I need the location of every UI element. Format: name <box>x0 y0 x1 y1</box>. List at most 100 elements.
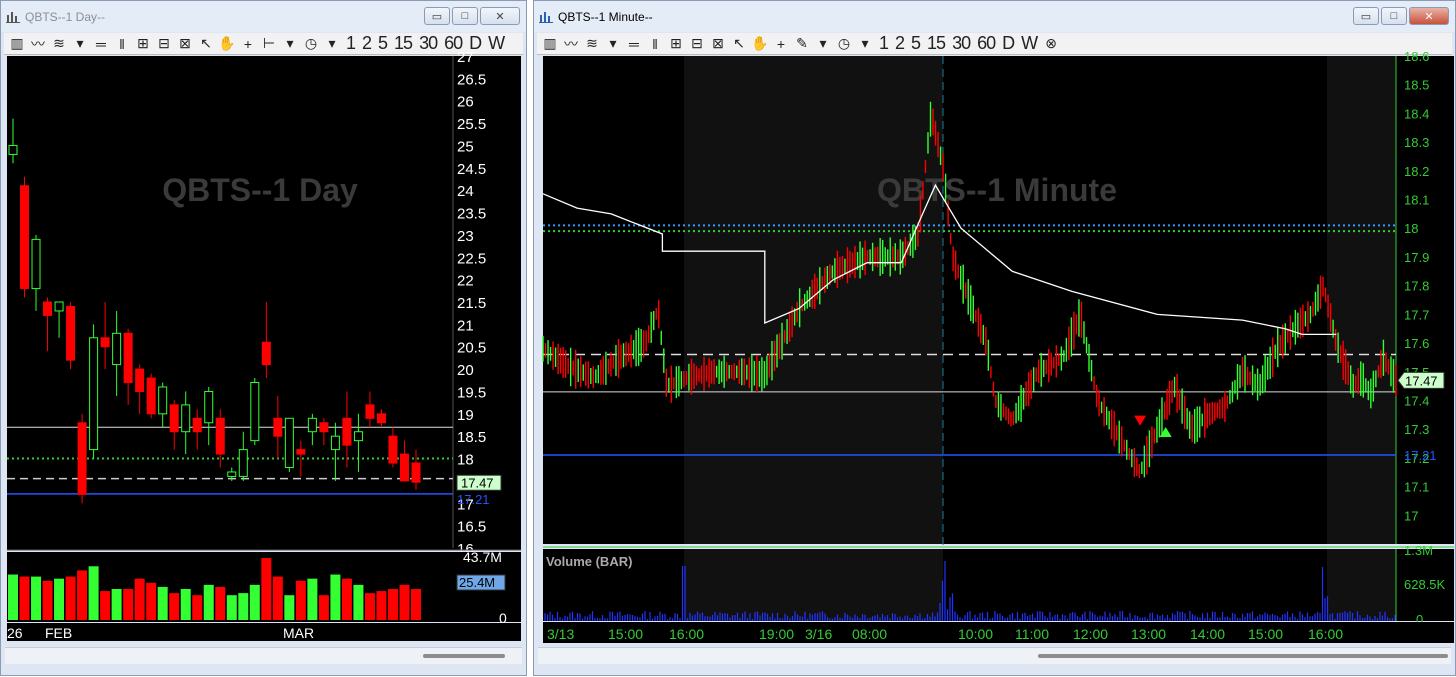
daily-candlestick-chart[interactable]: QBTS--1 Day 27 26.5 26 25.5 25 24.5 24 23.5 23 22.… <box>1 1 528 677</box>
x-tick-label: 15:00 <box>1248 626 1283 642</box>
x-tick-label: 3/16 <box>805 626 832 642</box>
volume-bar <box>123 589 134 620</box>
volume-bar <box>341 578 352 620</box>
y-tick-label: 21 <box>457 317 474 334</box>
y-tick-label: 26.5 <box>457 71 486 88</box>
x-tick-label: 19:00 <box>759 626 794 642</box>
minute-candlestick-chart[interactable]: QBTS--1 Minute 18.6 18.5 18.4 18.3 18.2 18.1 18… <box>534 1 1456 677</box>
volume-bar <box>318 595 329 620</box>
y-tick-label: 27 <box>457 49 474 66</box>
y-tick-label: 20.5 <box>457 340 486 357</box>
volume-bar <box>307 578 318 620</box>
volume-bar <box>157 586 168 620</box>
y-tick-label: 17.3 <box>1404 422 1429 437</box>
y-tick-label: 17.1 <box>1404 480 1429 495</box>
daily-watermark-title: QBTS--1 Day <box>162 172 358 208</box>
y-tick-label: 18.1 <box>1404 193 1429 208</box>
volume-bar <box>8 574 18 620</box>
volume-bar <box>88 566 99 620</box>
y-tick-label: 25 <box>457 138 474 155</box>
y-tick-label: 17.6 <box>1404 336 1429 351</box>
y-tick-label: 25.5 <box>457 116 486 133</box>
volume-bar <box>261 558 272 620</box>
volume-pane-label: Volume (BAR) <box>546 554 632 569</box>
volume-bar <box>169 593 180 620</box>
y-tick-label: 26 <box>457 94 474 111</box>
candle-body <box>112 332 122 366</box>
y-tick-label: 18.5 <box>1404 78 1429 93</box>
y-tick-label: 18 <box>1404 221 1418 236</box>
candle-body <box>411 462 421 483</box>
volume-max-label: 43.7M <box>463 549 502 565</box>
minute-horizontal-scrollbar[interactable] <box>538 647 1451 664</box>
volume-bar <box>192 595 203 620</box>
candle-body <box>20 185 30 290</box>
candle-body <box>319 422 329 433</box>
volume-bar <box>77 570 88 620</box>
candle-body <box>135 368 145 392</box>
y-tick-label: 23.5 <box>457 206 486 223</box>
candle-body <box>261 341 271 366</box>
volume-bar <box>353 584 364 620</box>
volume-bar <box>387 589 398 620</box>
volume-bar <box>284 595 295 620</box>
candle-body <box>330 435 340 451</box>
y-tick-label: 16.5 <box>457 519 486 536</box>
y-tick-label: 18.4 <box>1404 106 1429 121</box>
volume-bar <box>134 578 145 620</box>
volume-bar <box>411 589 421 620</box>
volume-bar <box>203 584 214 620</box>
candle-body <box>273 417 283 437</box>
minute-volume-pane <box>543 549 1396 621</box>
x-tick-label: FEB <box>45 625 72 641</box>
volume-bar <box>42 580 53 620</box>
candle-body <box>227 471 237 477</box>
candle-body <box>204 390 214 424</box>
volume-max-label: 1.3M <box>1404 543 1433 558</box>
volume-bar <box>330 574 341 620</box>
volume-bar <box>364 593 375 620</box>
candle-body <box>376 413 386 424</box>
candle-body <box>31 238 41 290</box>
volume-bar <box>249 584 260 620</box>
x-tick-label: 12:00 <box>1073 626 1108 642</box>
volume-bar <box>180 589 191 620</box>
daily-horizontal-scrollbar[interactable] <box>5 647 522 664</box>
scrollbar-thumb[interactable] <box>1038 654 1448 658</box>
y-tick-label: 22 <box>457 273 474 290</box>
volume-bar <box>295 580 306 620</box>
volume-bar <box>19 576 30 620</box>
after-hours-shade <box>684 56 943 544</box>
y-tick-label: 24 <box>457 183 474 200</box>
after-hours-shade <box>684 549 943 621</box>
x-tick-label: 10:00 <box>958 626 993 642</box>
y-tick-label: 18.5 <box>457 429 486 446</box>
candle-body <box>77 422 87 495</box>
candle-body <box>388 435 398 464</box>
candle-body <box>399 453 409 482</box>
candle-body <box>123 332 133 384</box>
candle-body <box>8 144 18 155</box>
y-tick-label: 17.9 <box>1404 250 1429 265</box>
blue-level-value: 17.21 <box>457 492 490 507</box>
volume-bar <box>54 578 65 620</box>
minute-price-pane <box>543 56 1396 544</box>
candle-body <box>66 305 76 361</box>
last-price-value: 17.47 <box>1405 373 1438 388</box>
x-tick-label: 15:00 <box>608 626 643 642</box>
scrollbar-thumb[interactable] <box>423 654 505 658</box>
volume-bar <box>226 595 237 620</box>
volume-bar <box>376 591 387 620</box>
daily-chart-window: QBTS--1 Day-- ▭ □ ✕ ▥ 〰 ≋ ▾ ═ ‖ ⊞ ⊟ ⊠ ↖ … <box>0 0 527 676</box>
x-tick-label: 16:00 <box>669 626 704 642</box>
candle-body <box>89 337 99 451</box>
y-tick-label: 18.3 <box>1404 135 1429 150</box>
minute-watermark-title: QBTS--1 Minute <box>877 172 1117 208</box>
candle-body <box>238 449 248 477</box>
candle-body <box>192 417 202 433</box>
volume-bar <box>146 582 157 620</box>
candle-body <box>342 417 352 446</box>
volume-bar <box>100 591 111 620</box>
y-tick-label: 21.5 <box>457 295 486 312</box>
volume-bar <box>65 576 76 620</box>
